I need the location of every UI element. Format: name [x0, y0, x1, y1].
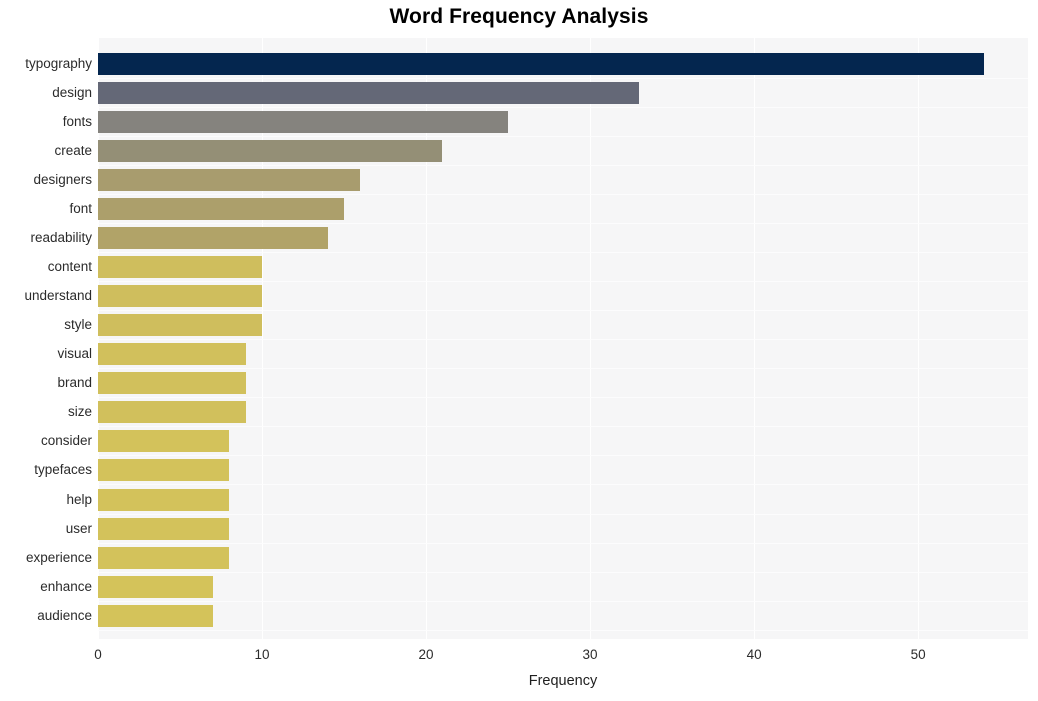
- gridline-horizontal: [98, 252, 1028, 254]
- gridline-horizontal: [98, 78, 1028, 79]
- x-tick-label-50: 50: [910, 647, 926, 662]
- gridline-horizontal: [98, 368, 1028, 370]
- bar-size: [98, 401, 246, 424]
- bar-user: [98, 517, 230, 540]
- y-tick-label-readability: readability: [30, 230, 92, 246]
- y-tick-label-user: user: [65, 520, 92, 536]
- bar-brand: [98, 372, 246, 395]
- gridline-horizontal: [98, 542, 1028, 544]
- x-axis-tick-labels: 0 10 20 30 40 50: [94, 639, 1028, 669]
- x-tick-label-10: 10: [254, 647, 270, 662]
- gridline-horizontal: [98, 223, 1028, 225]
- y-tick-label-help: help: [66, 491, 92, 507]
- bar-font: [98, 198, 345, 221]
- gridline-horizontal: [98, 426, 1028, 428]
- bar-help: [98, 488, 230, 511]
- gridline-horizontal: [98, 310, 1028, 312]
- bar-design: [98, 82, 640, 105]
- y-tick-label-designers: designers: [33, 172, 92, 188]
- gridline-horizontal: [98, 484, 1028, 486]
- x-tick-label-20: 20: [418, 647, 434, 662]
- gridline-horizontal: [98, 165, 1028, 167]
- bar-designers: [98, 169, 361, 192]
- gridline-horizontal: [98, 339, 1028, 341]
- bar-create: [98, 140, 443, 163]
- bar-visual: [98, 343, 246, 366]
- gridline-horizontal: [98, 629, 1028, 631]
- chart-title: Word Frequency Analysis: [389, 5, 649, 28]
- bar-content: [98, 256, 263, 279]
- bar-experience: [98, 546, 230, 569]
- gridline-horizontal: [98, 600, 1028, 602]
- x-tick-label-40: 40: [746, 647, 762, 662]
- y-tick-label-consider: consider: [40, 433, 92, 449]
- y-tick-label-understand: understand: [24, 288, 92, 304]
- bar-consider: [98, 430, 230, 453]
- y-tick-label-style: style: [64, 317, 92, 333]
- bar-typefaces: [98, 459, 230, 482]
- bar-style: [98, 314, 263, 337]
- bar-understand: [98, 285, 263, 308]
- y-tick-label-enhance: enhance: [40, 578, 92, 594]
- x-tick-label-30: 30: [582, 647, 598, 662]
- plot-area: [98, 38, 1028, 639]
- y-tick-label-create: create: [54, 143, 92, 159]
- y-tick-label-typefaces: typefaces: [34, 462, 92, 478]
- bar-audience: [98, 604, 213, 627]
- y-tick-label-font: font: [69, 201, 92, 217]
- gridline-horizontal: [98, 136, 1028, 138]
- bar-fonts: [98, 111, 509, 134]
- y-tick-label-brand: brand: [57, 375, 92, 391]
- y-tick-label-audience: audience: [37, 607, 92, 623]
- gridline-horizontal: [98, 455, 1028, 457]
- gridline-horizontal: [98, 397, 1028, 399]
- gridline-horizontal: [98, 281, 1028, 283]
- bar-enhance: [98, 575, 213, 598]
- gridline-horizontal: [98, 107, 1028, 109]
- y-axis-tick-labels: typography design fonts create designers font…: [0, 38, 92, 639]
- y-tick-label-content: content: [47, 259, 92, 275]
- bar-readability: [98, 227, 328, 250]
- y-tick-label-typography: typography: [25, 56, 92, 71]
- word-frequency-bar-chart: Word Frequency Analysis typography design…: [0, 0, 1038, 701]
- gridline-horizontal: [98, 571, 1028, 573]
- y-tick-label-visual: visual: [57, 346, 92, 362]
- y-tick-label-size: size: [67, 404, 92, 420]
- x-tick-label-0: 0: [94, 647, 102, 662]
- bar-typography: [98, 53, 984, 75]
- gridline-horizontal: [98, 513, 1028, 515]
- y-tick-label-fonts: fonts: [62, 114, 92, 130]
- x-axis-title: Frequency: [528, 673, 598, 689]
- y-tick-label-design: design: [52, 85, 92, 101]
- y-tick-label-experience: experience: [25, 549, 92, 565]
- gridline-horizontal: [98, 194, 1028, 196]
